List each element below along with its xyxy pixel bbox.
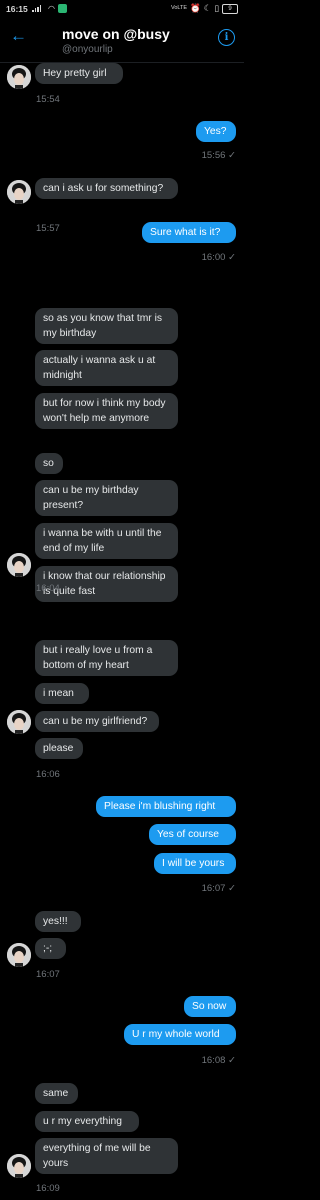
message-timestamp: 15:57 xyxy=(36,223,60,234)
conversation-handle: @onyourlip xyxy=(62,44,113,55)
message-bubble-incoming[interactable]: can i ask u for something? xyxy=(35,178,178,199)
message-bubble-incoming[interactable]: ;-; xyxy=(35,938,66,959)
message-bubble-outgoing[interactable]: U r my whole world xyxy=(124,1024,236,1045)
message-bubble-incoming[interactable]: please xyxy=(35,738,83,759)
status-bar: 16:15 ◠ VoLTE ⏰ ☾ ▯ 9 xyxy=(0,0,244,18)
avatar[interactable] xyxy=(7,943,31,967)
avatar[interactable] xyxy=(7,553,31,577)
message-timestamp: 16:04 xyxy=(36,583,60,594)
message-bubble-incoming[interactable]: so xyxy=(35,453,63,474)
message-timestamp: 16:07 xyxy=(36,969,60,980)
dnd-moon-icon: ☾ xyxy=(203,3,212,13)
avatar[interactable] xyxy=(7,1154,31,1178)
message-bubble-incoming[interactable]: u r my everything xyxy=(35,1111,139,1132)
alarm-icon: ⏰ xyxy=(190,3,201,13)
message-bubble-outgoing[interactable]: Please i'm blushing right xyxy=(96,796,236,817)
vibrate-icon: ▯ xyxy=(214,3,219,13)
notification-app-icon xyxy=(58,4,67,13)
signal-icon xyxy=(32,5,41,12)
message-bubble-incoming[interactable]: everything of me will be yours xyxy=(35,1138,178,1174)
message-bubble-incoming[interactable]: but for now i think my body won't help m… xyxy=(35,393,178,429)
message-timestamp: 15:56 ✓ xyxy=(201,150,236,161)
status-time: 16:15 xyxy=(6,4,28,14)
message-bubble-incoming[interactable]: same xyxy=(35,1083,78,1104)
message-timestamp: 16:07 ✓ xyxy=(201,883,236,894)
message-timestamp: 16:06 xyxy=(36,769,60,780)
message-bubble-outgoing[interactable]: So now xyxy=(184,996,236,1017)
conversation-title: move on @busy xyxy=(62,26,170,42)
message-bubble-outgoing[interactable]: I will be yours xyxy=(154,853,236,874)
message-bubble-incoming[interactable]: Hey pretty girl xyxy=(35,63,123,84)
message-timestamp: 15:54 xyxy=(36,94,60,105)
avatar[interactable] xyxy=(7,65,31,89)
message-timestamp: 16:00 ✓ xyxy=(201,252,236,263)
battery-icon: 9 xyxy=(222,3,238,14)
message-bubble-incoming[interactable]: can u be my birthday present? xyxy=(35,480,178,516)
message-bubble-incoming[interactable]: can u be my girlfriend? xyxy=(35,711,159,732)
message-bubble-outgoing[interactable]: Yes? xyxy=(196,121,236,142)
message-bubble-incoming[interactable]: i wanna be with u until the end of my li… xyxy=(35,523,178,559)
message-bubble-incoming[interactable]: i mean xyxy=(35,683,89,704)
message-bubble-incoming[interactable]: actually i wanna ask u at midnight xyxy=(35,350,178,386)
back-arrow-icon[interactable]: ← xyxy=(10,27,27,44)
message-timestamp: 16:08 ✓ xyxy=(201,1055,236,1066)
message-bubble-outgoing[interactable]: Yes of course xyxy=(149,824,236,845)
message-bubble-outgoing[interactable]: Sure what is it? xyxy=(142,222,236,243)
wifi-icon: ◠ xyxy=(48,4,55,13)
conversation-header: ← move on @busy @onyourlip i xyxy=(0,18,244,63)
message-bubble-incoming[interactable]: but i really love u from a bottom of my … xyxy=(35,640,178,676)
avatar[interactable] xyxy=(7,180,31,204)
message-bubble-incoming[interactable]: yes!!! xyxy=(35,911,81,932)
message-bubble-incoming[interactable]: so as you know that tmr is my birthday xyxy=(35,308,178,344)
info-icon[interactable]: i xyxy=(218,29,235,46)
volte-label: VoLTE xyxy=(170,5,188,11)
avatar[interactable] xyxy=(7,710,31,734)
message-timestamp: 16:09 xyxy=(36,1183,60,1194)
